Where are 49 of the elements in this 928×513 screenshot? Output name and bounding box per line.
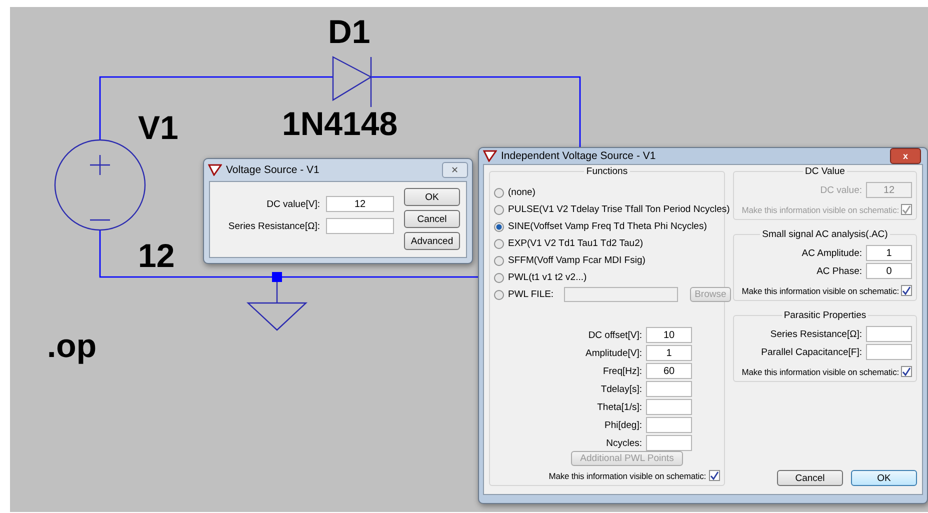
window-title: Independent Voltage Source - V1 bbox=[501, 150, 656, 162]
radio-label: SFFM(Voff Vamp Fcar MDI Fsig) bbox=[508, 255, 646, 266]
input-field[interactable]: 0 bbox=[866, 263, 912, 279]
diode-model: 1N4148 bbox=[282, 107, 398, 140]
radio-label: PWL(t1 v1 t2 v2...) bbox=[508, 272, 587, 283]
dialog-button[interactable]: OK bbox=[851, 470, 917, 486]
checkbox-label: Make this information visible on schematic: bbox=[742, 286, 899, 296]
parameter-field[interactable]: 10 bbox=[646, 327, 692, 343]
checkbox-label: Make this information visible on schematic: bbox=[548, 470, 706, 480]
group-title: Parasitic Properties bbox=[782, 310, 868, 321]
window-title: Voltage Source - V1 bbox=[226, 164, 320, 176]
field-label: Parallel Capacitance[F]: bbox=[761, 346, 862, 358]
parameter-field[interactable]: 1 bbox=[646, 345, 692, 361]
source-reference: V1 bbox=[138, 111, 178, 144]
dialog-button[interactable]: Cancel bbox=[404, 210, 460, 228]
checkbox-label: Make this information visible on schematic: bbox=[742, 204, 899, 214]
source-value: 12 bbox=[138, 239, 175, 272]
dialog-button[interactable]: Cancel bbox=[777, 470, 843, 486]
field-label: DC value: bbox=[820, 184, 862, 196]
dialog-button[interactable]: OK bbox=[404, 188, 460, 206]
input-field[interactable]: 12 bbox=[326, 196, 394, 212]
field-label: DC value[V]: bbox=[266, 198, 320, 210]
field-label: Series Resistance[Ω]: bbox=[228, 220, 320, 232]
parameter-label: Theta[1/s]: bbox=[596, 402, 642, 412]
group-title: Functions bbox=[584, 166, 630, 177]
parameter-label: Ncycles: bbox=[605, 438, 642, 448]
radio-label: PULSE(V1 V2 Tdelay Trise Tfall Ton Period Ncycles) bbox=[508, 204, 730, 215]
group-title: DC Value bbox=[803, 166, 847, 177]
parameter-label: Freq[Hz]: bbox=[602, 366, 642, 376]
field-label: AC Phase: bbox=[816, 266, 862, 276]
parameter-label: Amplitude[V]: bbox=[584, 348, 642, 358]
checkbox-label: Make this information visible on schematic: bbox=[742, 366, 899, 376]
diode-reference: D1 bbox=[328, 15, 370, 48]
radio-label: PWL FILE: bbox=[508, 289, 554, 300]
radio-label: (none) bbox=[508, 187, 536, 198]
field-label: AC Amplitude: bbox=[802, 248, 862, 258]
field-label: Series Resistance[Ω]: bbox=[770, 328, 862, 340]
close-button[interactable]: ✕ bbox=[442, 162, 468, 178]
input-field[interactable]: 1 bbox=[866, 245, 912, 261]
parameter-label: Phi[deg]: bbox=[604, 420, 642, 430]
parameter-label: DC offset[V]: bbox=[587, 330, 642, 340]
radio-label: SINE(Voffset Vamp Freq Td Theta Phi Ncycles) bbox=[508, 221, 707, 232]
parameter-label: Tdelay[s]: bbox=[600, 384, 642, 394]
close-button[interactable]: x bbox=[890, 148, 921, 164]
parameter-field[interactable]: 60 bbox=[646, 363, 692, 379]
dialog-button[interactable]: Advanced bbox=[404, 232, 460, 250]
radio-label: EXP(V1 V2 Td1 Tau1 Td2 Tau2) bbox=[508, 238, 644, 249]
spice-directive: .op bbox=[47, 329, 96, 362]
group-title: Small signal AC analysis(.AC) bbox=[760, 229, 890, 240]
